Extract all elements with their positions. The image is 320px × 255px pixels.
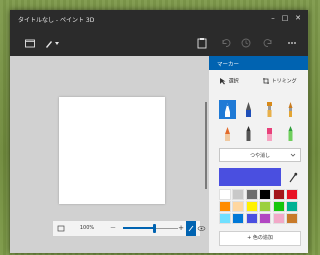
crayon-brush[interactable] [282, 124, 299, 143]
oil-brush[interactable] [261, 100, 278, 119]
crop-icon [263, 78, 269, 84]
redo-icon[interactable] [262, 37, 274, 49]
close-button[interactable]: ✕ [291, 12, 305, 25]
eraser-icon [267, 128, 272, 141]
pencil-icon [246, 126, 251, 141]
palette-swatch[interactable] [272, 189, 285, 200]
crayon-icon [288, 126, 293, 141]
palette-swatch[interactable] [219, 189, 231, 200]
trim-tool[interactable]: トリミング [262, 77, 297, 85]
watercolor-brush[interactable] [282, 100, 299, 119]
trim-label: トリミング [271, 78, 297, 85]
palette-swatch[interactable] [232, 201, 245, 212]
menu-folder-icon[interactable] [24, 37, 36, 49]
panel-header: マーカー [209, 56, 308, 70]
view-toggle-button[interactable] [186, 221, 196, 236]
zoom-out-button[interactable]: — [108, 221, 118, 236]
vertical-scrollbar[interactable] [205, 102, 207, 189]
eye-icon[interactable] [197, 221, 206, 236]
zoom-in-button[interactable]: + [177, 221, 185, 236]
calligraphy-pen-brush[interactable] [240, 100, 257, 119]
brush-tools-icon[interactable] [44, 37, 62, 49]
pencil-brush[interactable] [240, 124, 257, 143]
palette-swatch[interactable] [286, 201, 298, 212]
current-color-swatch[interactable] [219, 168, 281, 186]
maximize-button[interactable]: □ [278, 12, 292, 25]
eraser-brush[interactable] [261, 124, 278, 143]
brush-panel: マーカー 選択 トリミング つや消し + 色の追加 [209, 56, 308, 253]
palette-swatch[interactable] [245, 201, 258, 212]
more-options-icon[interactable] [286, 37, 298, 49]
watercolor-icon [288, 102, 293, 117]
palette-swatch[interactable] [219, 201, 231, 212]
palette-swatch[interactable] [286, 189, 298, 200]
palette-swatch[interactable] [219, 213, 231, 224]
pixel-pen-brush[interactable] [219, 124, 236, 143]
paint3d-window: タイトルなし - ペイント 3D – □ ✕ 100% — + マーカー 選択 … [10, 10, 308, 253]
pen-view-icon [188, 225, 194, 232]
drawing-canvas[interactable] [59, 97, 165, 204]
title-bar: タイトルなし - ペイント 3D – □ ✕ [10, 10, 308, 28]
finish-value: つや消し [250, 153, 271, 159]
paste-icon[interactable] [196, 37, 208, 49]
palette-swatch[interactable] [232, 189, 245, 200]
panel-title: マーカー [217, 62, 240, 68]
palette-swatch[interactable] [272, 213, 285, 224]
palette-swatch[interactable] [245, 189, 258, 200]
undo-icon[interactable] [220, 37, 232, 49]
top-toolbar [10, 28, 308, 56]
palette-swatch[interactable] [232, 213, 245, 224]
history-icon[interactable] [240, 37, 252, 49]
window-title: タイトルなし - ペイント 3D [18, 17, 95, 24]
calligraphy-pen-icon [246, 102, 251, 117]
zoom-bar: 100% — + [52, 220, 206, 237]
cursor-icon [220, 78, 226, 85]
finish-dropdown[interactable]: つや消し [219, 148, 301, 162]
zoom-slider-thumb[interactable] [153, 224, 156, 233]
palette-swatch[interactable] [272, 201, 285, 212]
oil-brush-icon [267, 102, 272, 117]
marker-icon [225, 103, 230, 117]
pixel-pen-icon [225, 127, 230, 141]
palette-swatch[interactable] [245, 213, 258, 224]
zoom-percent: 100% [79, 225, 95, 231]
palette-swatch[interactable] [286, 213, 298, 224]
select-label: 選択 [228, 78, 239, 85]
eyedropper-icon[interactable] [287, 169, 299, 185]
marker-brush[interactable] [219, 100, 236, 119]
chevron-down-icon [290, 153, 296, 157]
palette-swatch[interactable] [259, 189, 272, 200]
fit-screen-icon[interactable] [56, 221, 66, 236]
palette-swatch[interactable] [259, 201, 272, 212]
zoom-slider-fill [123, 227, 155, 229]
add-color-button[interactable]: + 色の追加 [219, 231, 301, 246]
palette-swatch[interactable] [259, 213, 272, 224]
select-tool[interactable]: 選択 [219, 77, 239, 85]
